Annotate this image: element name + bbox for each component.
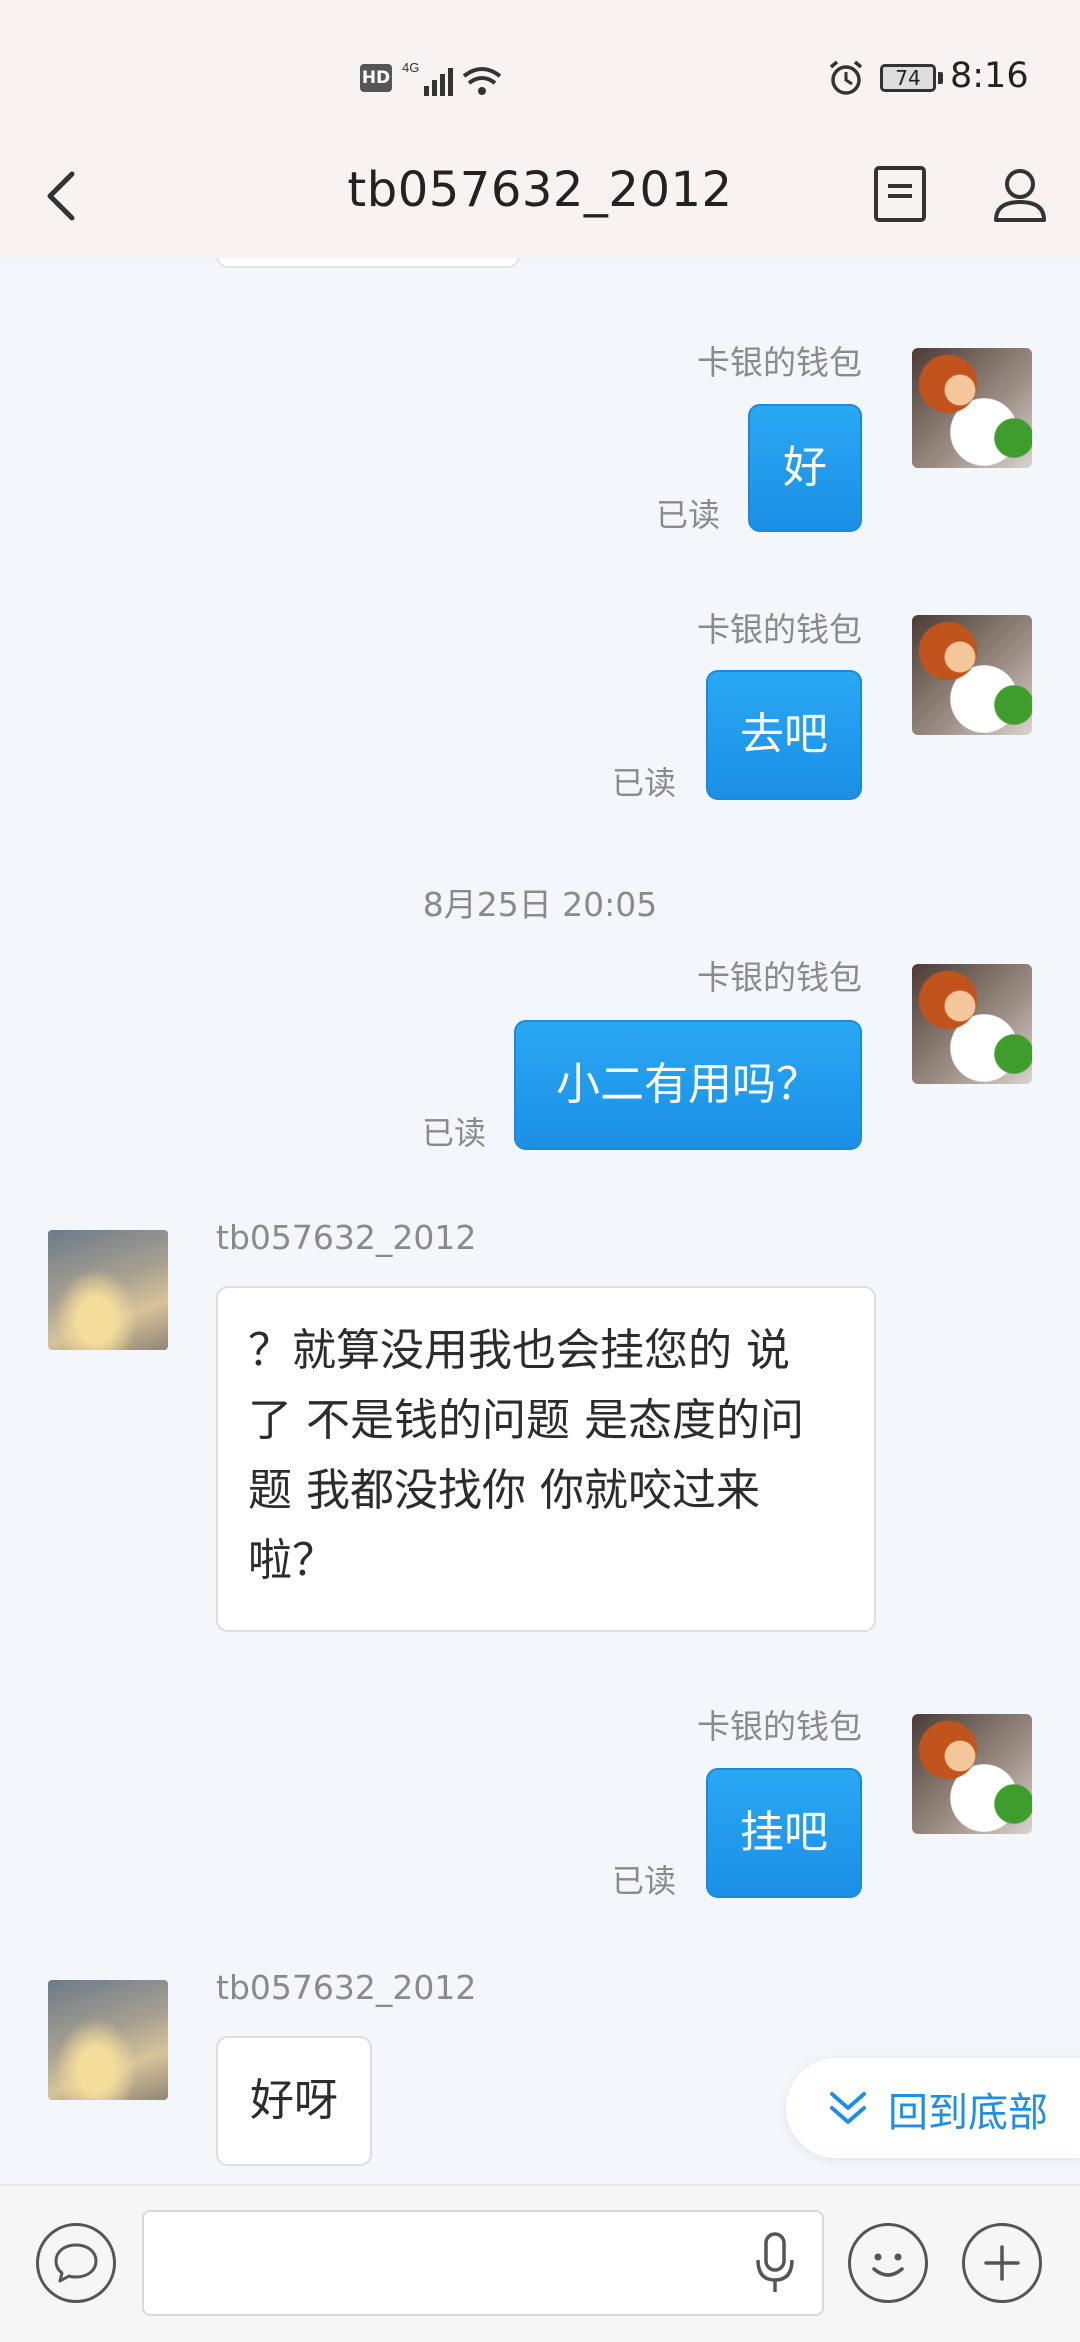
message-timestamp: 8月25日 20:05 — [422, 885, 658, 924]
avatar[interactable] — [912, 964, 1032, 1084]
sender-name: tb057632_2012 — [216, 1218, 477, 1257]
message-bubble[interactable]: 小二有用吗？ — [514, 1020, 862, 1150]
partial-message-bubble — [216, 258, 520, 268]
message-list[interactable]: 卡银的钱包 好 已读 卡银的钱包 去吧 已读 8月25日 20:05 卡银的钱包… — [0, 258, 1080, 2184]
read-receipt: 已读 — [656, 496, 721, 534]
clock: 8:16 — [950, 56, 1029, 96]
sender-name: 卡银的钱包 — [697, 958, 862, 997]
sender-name: 卡银的钱包 — [697, 1707, 862, 1746]
message-bubble[interactable]: 去吧 — [706, 670, 862, 800]
network-type: 4G — [402, 60, 419, 75]
smiley-icon — [872, 2253, 904, 2277]
chat-bubble-button[interactable] — [36, 2223, 116, 2303]
speech-bubble-icon — [54, 2243, 98, 2283]
status-bar: HD 4G 74 8:16 — [0, 0, 1080, 150]
document-icon[interactable] — [872, 164, 928, 224]
sender-name: tb057632_2012 — [216, 1968, 477, 2007]
sender-name: 卡银的钱包 — [697, 610, 862, 649]
battery-icon: 74 — [880, 64, 936, 92]
read-receipt: 已读 — [422, 1114, 487, 1152]
avatar[interactable] — [912, 348, 1032, 468]
signal-wifi-icon: 4G — [402, 60, 502, 96]
message-bubble[interactable]: ？就算没用我也会挂您的 说 了 不是钱的问题 是态度的问 题 我都没找你 你就咬… — [216, 1286, 876, 1632]
user-icon[interactable] — [992, 164, 1048, 224]
emoji-button[interactable] — [848, 2223, 928, 2303]
message-bubble[interactable]: 挂吧 — [706, 1768, 862, 1898]
jump-to-bottom-label: 回到底部 — [888, 2090, 1048, 2136]
alarm-icon — [829, 60, 863, 95]
message-line: 了 不是钱的问题 是态度的问 — [248, 1395, 804, 1446]
chat-header: tb057632_2012 — [0, 150, 1080, 258]
read-receipt: 已读 — [612, 1862, 677, 1900]
top-bar: HD 4G 74 8:16 tb057632_2012 — [0, 0, 1080, 258]
message-line: 啦？ — [248, 1535, 336, 1586]
hd-badge: HD — [360, 64, 392, 92]
input-bar — [0, 2184, 1080, 2342]
microphone-icon[interactable] — [752, 2230, 798, 2300]
plus-button[interactable] — [962, 2223, 1042, 2303]
message-line: 题 我都没找你 你就咬过来 — [248, 1465, 760, 1516]
avatar[interactable] — [912, 615, 1032, 735]
jump-to-bottom-button[interactable]: 回到底部 — [786, 2058, 1080, 2158]
message-bubble[interactable]: 好 — [748, 404, 862, 532]
read-receipt: 已读 — [612, 764, 677, 802]
double-chevron-down-icon — [830, 2092, 866, 2124]
avatar[interactable] — [48, 1230, 168, 1350]
plus-icon — [984, 2245, 1020, 2281]
sender-name: 卡银的钱包 — [697, 343, 862, 382]
message-line: ？就算没用我也会挂您的 说 — [248, 1325, 790, 1376]
message-bubble[interactable]: 好呀 — [216, 2036, 372, 2166]
avatar[interactable] — [912, 1714, 1032, 1834]
avatar[interactable] — [48, 1980, 168, 2100]
message-input[interactable] — [142, 2210, 824, 2316]
battery-tip — [938, 72, 943, 84]
